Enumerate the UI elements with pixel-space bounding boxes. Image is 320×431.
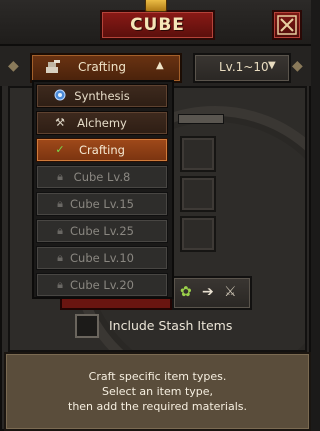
- craft-type-label: Crafting: [78, 60, 126, 74]
- info-panel: Craft specific item types. Select an ite…: [4, 352, 311, 431]
- arrow-right-icon: ➔: [202, 284, 214, 300]
- title-gem-icon: [145, 0, 167, 12]
- include-stash-checkbox[interactable]: [75, 314, 99, 338]
- info-line: Select an item type,: [101, 385, 214, 398]
- chevron-up-icon: ▲: [156, 60, 164, 71]
- right-ornament-icon: ◆: [292, 58, 303, 74]
- menu-item-cube-lv15[interactable]: 🔒︎ Cube Lv.15: [36, 192, 168, 216]
- menu-item-cube-lv10[interactable]: 🔒︎ Cube Lv.10: [36, 246, 168, 270]
- menu-item-label: Cube Lv.10: [70, 251, 134, 265]
- craft-type-dropdown[interactable]: Crafting ▲: [30, 53, 182, 83]
- close-icon: [277, 15, 297, 35]
- include-stash-label: Include Stash Items: [109, 318, 233, 333]
- chevron-down-icon: ▼: [268, 60, 276, 71]
- menu-item-label: Alchemy: [77, 116, 127, 130]
- menu-item-label: Synthesis: [74, 89, 130, 103]
- menu-item-cube-lv20[interactable]: 🔒︎ Cube Lv.20: [36, 273, 168, 297]
- menu-item-alchemy[interactable]: ⚒ Alchemy: [36, 111, 168, 135]
- level-range-label: Lv.1~10: [219, 60, 269, 74]
- title-plate: CUBE: [100, 10, 215, 40]
- level-range-dropdown[interactable]: Lv.1~10 ▼: [193, 53, 291, 83]
- menu-item-synthesis[interactable]: Synthesis: [36, 84, 168, 108]
- material-slot[interactable]: [180, 176, 216, 212]
- title-bar: CUBE: [0, 0, 311, 46]
- sword-icon: ⚔: [224, 284, 237, 300]
- menu-item-cube-lv8[interactable]: 🔒︎ Cube Lv.8: [36, 165, 168, 189]
- menu-item-crafting[interactable]: ✓ Crafting: [36, 138, 168, 162]
- menu-item-cube-lv25[interactable]: 🔒︎ Cube Lv.25: [36, 219, 168, 243]
- close-button[interactable]: [272, 10, 302, 40]
- menu-item-label: Crafting: [79, 143, 125, 157]
- crafting-icon: [46, 60, 60, 73]
- material-icon: ✿: [180, 284, 192, 300]
- material-slot[interactable]: [180, 216, 216, 252]
- material-slot[interactable]: [180, 136, 216, 172]
- recipe-preview[interactable]: ✿ ➔ ⚔: [172, 276, 252, 310]
- menu-item-label: Cube Lv.8: [73, 170, 131, 184]
- menu-item-label: Cube Lv.25: [70, 224, 134, 238]
- cube-window: CUBE ◆ ◆ Crafting ▲ Lv.1~10 ▼ ✿ ➔ ⚔ Incl…: [0, 0, 311, 431]
- material-bar: [178, 114, 224, 124]
- window-title: CUBE: [130, 15, 185, 35]
- craft-type-menu: Synthesis ⚒ Alchemy ✓ Crafting 🔒︎ Cube L…: [32, 80, 174, 299]
- left-ornament-icon: ◆: [8, 58, 19, 74]
- info-line: Craft specific item types.: [88, 370, 227, 383]
- info-line: then add the required materials.: [68, 400, 247, 413]
- menu-item-label: Cube Lv.15: [70, 197, 134, 211]
- menu-item-label: Cube Lv.20: [70, 278, 134, 292]
